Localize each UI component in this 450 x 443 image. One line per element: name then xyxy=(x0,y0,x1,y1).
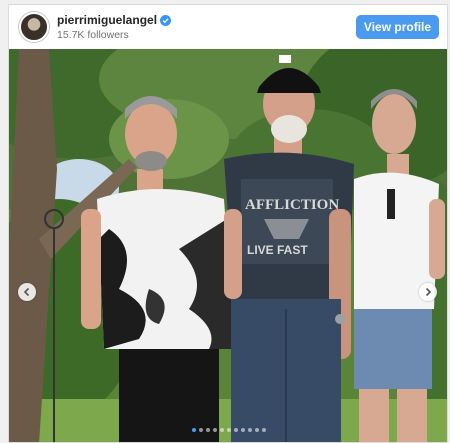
carousel-dot[interactable] xyxy=(234,428,238,432)
username-row: pierrimiguelangel xyxy=(57,13,172,27)
profile-avatar[interactable] xyxy=(19,12,49,42)
carousel-next-button[interactable] xyxy=(419,283,437,301)
view-profile-button[interactable]: View profile xyxy=(356,15,439,39)
verified-badge-icon xyxy=(160,14,172,26)
post-photo[interactable]: AFFLICTION LIVE FAST xyxy=(9,49,447,442)
shirt-slogan-text: LIVE FAST xyxy=(247,243,308,257)
carousel-dot[interactable] xyxy=(213,428,217,432)
chevron-right-icon xyxy=(425,287,432,297)
carousel-dot[interactable] xyxy=(220,428,224,432)
post-header: pierrimiguelangel 15.7K followers View p… xyxy=(9,5,447,49)
photo-illustration: AFFLICTION LIVE FAST xyxy=(9,49,447,442)
instagram-embed-card: pierrimiguelangel 15.7K followers View p… xyxy=(8,4,448,443)
carousel-prev-button[interactable] xyxy=(18,283,36,301)
carousel-dot[interactable] xyxy=(206,428,210,432)
chevron-left-icon xyxy=(23,287,30,297)
carousel-dot[interactable] xyxy=(199,428,203,432)
carousel-dot[interactable] xyxy=(262,428,266,432)
carousel-dot[interactable] xyxy=(248,428,252,432)
carousel-indicator xyxy=(192,428,266,432)
carousel-dot[interactable] xyxy=(255,428,259,432)
username[interactable]: pierrimiguelangel xyxy=(57,13,157,27)
shirt-brand-text: AFFLICTION xyxy=(245,197,339,213)
user-info: pierrimiguelangel 15.7K followers xyxy=(57,13,172,41)
follower-count: 15.7K followers xyxy=(57,29,129,41)
carousel-dot[interactable] xyxy=(241,428,245,432)
carousel-dot[interactable] xyxy=(192,428,196,432)
carousel-dot[interactable] xyxy=(227,428,231,432)
